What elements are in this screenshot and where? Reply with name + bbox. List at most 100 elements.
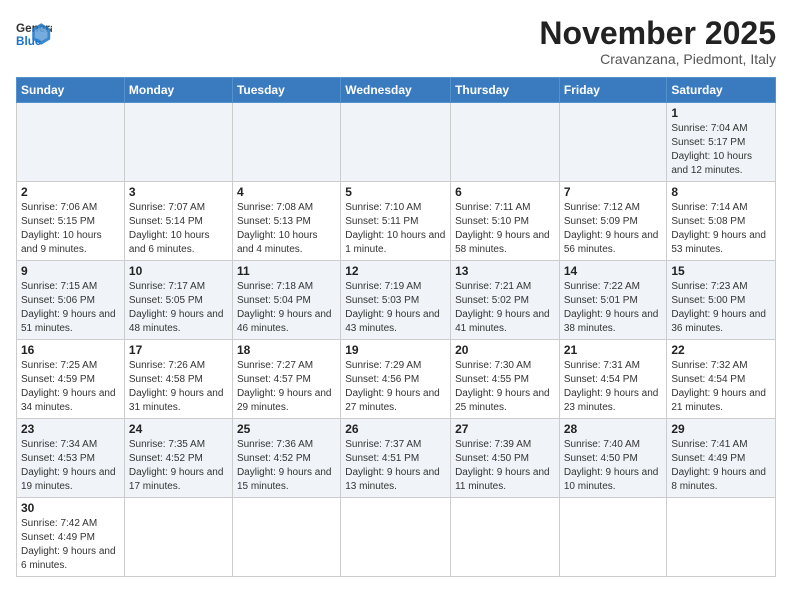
calendar-cell: 15 Sunrise: 7:23 AM Sunset: 5:00 PM Dayli… bbox=[667, 261, 776, 340]
day-info: Sunrise: 7:42 AM Sunset: 4:49 PM Dayligh… bbox=[21, 517, 120, 573]
day-info: Sunrise: 7:10 AM Sunset: 5:11 PM Dayligh… bbox=[345, 201, 446, 257]
calendar-cell: 8Sunrise: 7:14 AM Sunset: 5:08 PM Daylig… bbox=[667, 182, 776, 261]
day-number: 22 bbox=[671, 343, 771, 357]
calendar-cell: 10 Sunrise: 7:17 AM Sunset: 5:05 PM Dayli… bbox=[124, 261, 232, 340]
logo: General Blue bbox=[16, 16, 52, 52]
day-info: Sunrise: 7:12 AM Sunset: 5:09 PM Dayligh… bbox=[564, 201, 663, 257]
calendar-table: SundayMondayTuesdayWednesdayThursdayFrid… bbox=[16, 77, 776, 577]
day-info: Sunrise: 7:07 AM Sunset: 5:14 PM Dayligh… bbox=[129, 201, 228, 257]
calendar-cell: 25 Sunrise: 7:36 AM Sunset: 4:52 PM Dayli… bbox=[232, 419, 340, 498]
header-tuesday: Tuesday bbox=[232, 78, 340, 103]
calendar-week-row: 30Sunrise: 7:42 AM Sunset: 4:49 PM Dayli… bbox=[17, 498, 776, 577]
day-number: 12 bbox=[345, 264, 446, 278]
calendar-week-row: 16Sunrise: 7:25 AM Sunset: 4:59 PM Dayli… bbox=[17, 340, 776, 419]
day-info: Sunrise: 7:40 AM Sunset: 4:50 PM Dayligh… bbox=[564, 438, 663, 494]
day-info: Sunrise: 7:19 AM Sunset: 5:03 PM Dayligh… bbox=[345, 280, 446, 336]
day-info: Sunrise: 7:29 AM Sunset: 4:56 PM Dayligh… bbox=[345, 359, 446, 415]
calendar-week-row: 1Sunrise: 7:04 AM Sunset: 5:17 PM Daylig… bbox=[17, 103, 776, 182]
calendar-cell bbox=[341, 103, 451, 182]
day-info: Sunrise: 7:37 AM Sunset: 4:51 PM Dayligh… bbox=[345, 438, 446, 494]
calendar-cell: 24 Sunrise: 7:35 AM Sunset: 4:52 PM Dayli… bbox=[124, 419, 232, 498]
calendar-cell bbox=[559, 103, 667, 182]
day-number: 17 bbox=[129, 343, 228, 357]
location-subtitle: Cravanzana, Piedmont, Italy bbox=[539, 51, 776, 67]
calendar-cell: 2Sunrise: 7:06 AM Sunset: 5:15 PM Daylig… bbox=[17, 182, 125, 261]
calendar-cell: 14 Sunrise: 7:22 AM Sunset: 5:01 PM Dayli… bbox=[559, 261, 667, 340]
calendar-cell: 16Sunrise: 7:25 AM Sunset: 4:59 PM Dayli… bbox=[17, 340, 125, 419]
day-info: Sunrise: 7:17 AM Sunset: 5:05 PM Dayligh… bbox=[129, 280, 228, 336]
day-number: 1 bbox=[671, 106, 771, 120]
calendar-cell: 9 Sunrise: 7:15 AM Sunset: 5:06 PM Daylig… bbox=[17, 261, 125, 340]
day-number: 27 bbox=[455, 422, 555, 436]
calendar-week-row: 23Sunrise: 7:34 AM Sunset: 4:53 PM Dayli… bbox=[17, 419, 776, 498]
day-info: Sunrise: 7:22 AM Sunset: 5:01 PM Dayligh… bbox=[564, 280, 663, 336]
calendar-cell bbox=[232, 498, 340, 577]
calendar-cell: 20Sunrise: 7:30 AM Sunset: 4:55 PM Dayli… bbox=[451, 340, 560, 419]
page-header: General Blue November 2025 Cravanzana, P… bbox=[16, 16, 776, 67]
calendar-header-row: SundayMondayTuesdayWednesdayThursdayFrid… bbox=[17, 78, 776, 103]
header-sunday: Sunday bbox=[17, 78, 125, 103]
day-number: 13 bbox=[455, 264, 555, 278]
day-number: 19 bbox=[345, 343, 446, 357]
day-number: 4 bbox=[237, 185, 336, 199]
calendar-cell: 11Sunrise: 7:18 AM Sunset: 5:04 PM Dayli… bbox=[232, 261, 340, 340]
header-saturday: Saturday bbox=[667, 78, 776, 103]
day-info: Sunrise: 7:08 AM Sunset: 5:13 PM Dayligh… bbox=[237, 201, 336, 257]
day-info: Sunrise: 7:15 AM Sunset: 5:06 PM Dayligh… bbox=[21, 280, 120, 336]
calendar-cell bbox=[232, 103, 340, 182]
day-number: 25 bbox=[237, 422, 336, 436]
calendar-cell: 5 Sunrise: 7:10 AM Sunset: 5:11 PM Daylig… bbox=[341, 182, 451, 261]
day-number: 11 bbox=[237, 264, 336, 278]
day-info: Sunrise: 7:36 AM Sunset: 4:52 PM Dayligh… bbox=[237, 438, 336, 494]
day-info: Sunrise: 7:41 AM Sunset: 4:49 PM Dayligh… bbox=[671, 438, 771, 494]
day-info: Sunrise: 7:32 AM Sunset: 4:54 PM Dayligh… bbox=[671, 359, 771, 415]
day-info: Sunrise: 7:14 AM Sunset: 5:08 PM Dayligh… bbox=[671, 201, 771, 257]
calendar-cell bbox=[124, 103, 232, 182]
day-number: 5 bbox=[345, 185, 446, 199]
calendar-cell: 13 Sunrise: 7:21 AM Sunset: 5:02 PM Dayli… bbox=[451, 261, 560, 340]
calendar-cell bbox=[124, 498, 232, 577]
day-number: 14 bbox=[564, 264, 663, 278]
day-number: 10 bbox=[129, 264, 228, 278]
day-info: Sunrise: 7:26 AM Sunset: 4:58 PM Dayligh… bbox=[129, 359, 228, 415]
day-number: 21 bbox=[564, 343, 663, 357]
day-number: 9 bbox=[21, 264, 120, 278]
month-title: November 2025 bbox=[539, 16, 776, 51]
calendar-cell: 19 Sunrise: 7:29 AM Sunset: 4:56 PM Dayli… bbox=[341, 340, 451, 419]
calendar-cell: 18 Sunrise: 7:27 AM Sunset: 4:57 PM Dayli… bbox=[232, 340, 340, 419]
calendar-cell: 6 Sunrise: 7:11 AM Sunset: 5:10 PM Daylig… bbox=[451, 182, 560, 261]
day-info: Sunrise: 7:39 AM Sunset: 4:50 PM Dayligh… bbox=[455, 438, 555, 494]
calendar-cell: 23Sunrise: 7:34 AM Sunset: 4:53 PM Dayli… bbox=[17, 419, 125, 498]
day-number: 7 bbox=[564, 185, 663, 199]
day-number: 24 bbox=[129, 422, 228, 436]
calendar-cell: 12 Sunrise: 7:19 AM Sunset: 5:03 PM Dayli… bbox=[341, 261, 451, 340]
day-info: Sunrise: 7:35 AM Sunset: 4:52 PM Dayligh… bbox=[129, 438, 228, 494]
day-info: Sunrise: 7:25 AM Sunset: 4:59 PM Dayligh… bbox=[21, 359, 120, 415]
calendar-cell: 27 Sunrise: 7:39 AM Sunset: 4:50 PM Dayli… bbox=[451, 419, 560, 498]
calendar-cell: 28 Sunrise: 7:40 AM Sunset: 4:50 PM Dayli… bbox=[559, 419, 667, 498]
day-number: 28 bbox=[564, 422, 663, 436]
day-info: Sunrise: 7:06 AM Sunset: 5:15 PM Dayligh… bbox=[21, 201, 120, 257]
header-wednesday: Wednesday bbox=[341, 78, 451, 103]
calendar-cell: 21Sunrise: 7:31 AM Sunset: 4:54 PM Dayli… bbox=[559, 340, 667, 419]
day-number: 26 bbox=[345, 422, 446, 436]
calendar-cell bbox=[559, 498, 667, 577]
calendar-cell bbox=[451, 498, 560, 577]
day-number: 3 bbox=[129, 185, 228, 199]
day-number: 20 bbox=[455, 343, 555, 357]
day-number: 6 bbox=[455, 185, 555, 199]
calendar-week-row: 9 Sunrise: 7:15 AM Sunset: 5:06 PM Daylig… bbox=[17, 261, 776, 340]
day-number: 29 bbox=[671, 422, 771, 436]
day-info: Sunrise: 7:21 AM Sunset: 5:02 PM Dayligh… bbox=[455, 280, 555, 336]
calendar-cell: 17 Sunrise: 7:26 AM Sunset: 4:58 PM Dayli… bbox=[124, 340, 232, 419]
calendar-cell: 26 Sunrise: 7:37 AM Sunset: 4:51 PM Dayli… bbox=[341, 419, 451, 498]
day-number: 15 bbox=[671, 264, 771, 278]
day-info: Sunrise: 7:27 AM Sunset: 4:57 PM Dayligh… bbox=[237, 359, 336, 415]
calendar-cell: 1Sunrise: 7:04 AM Sunset: 5:17 PM Daylig… bbox=[667, 103, 776, 182]
day-info: Sunrise: 7:11 AM Sunset: 5:10 PM Dayligh… bbox=[455, 201, 555, 257]
day-number: 18 bbox=[237, 343, 336, 357]
day-info: Sunrise: 7:23 AM Sunset: 5:00 PM Dayligh… bbox=[671, 280, 771, 336]
day-info: Sunrise: 7:34 AM Sunset: 4:53 PM Dayligh… bbox=[21, 438, 120, 494]
calendar-cell: 3 Sunrise: 7:07 AM Sunset: 5:14 PM Daylig… bbox=[124, 182, 232, 261]
calendar-week-row: 2Sunrise: 7:06 AM Sunset: 5:15 PM Daylig… bbox=[17, 182, 776, 261]
